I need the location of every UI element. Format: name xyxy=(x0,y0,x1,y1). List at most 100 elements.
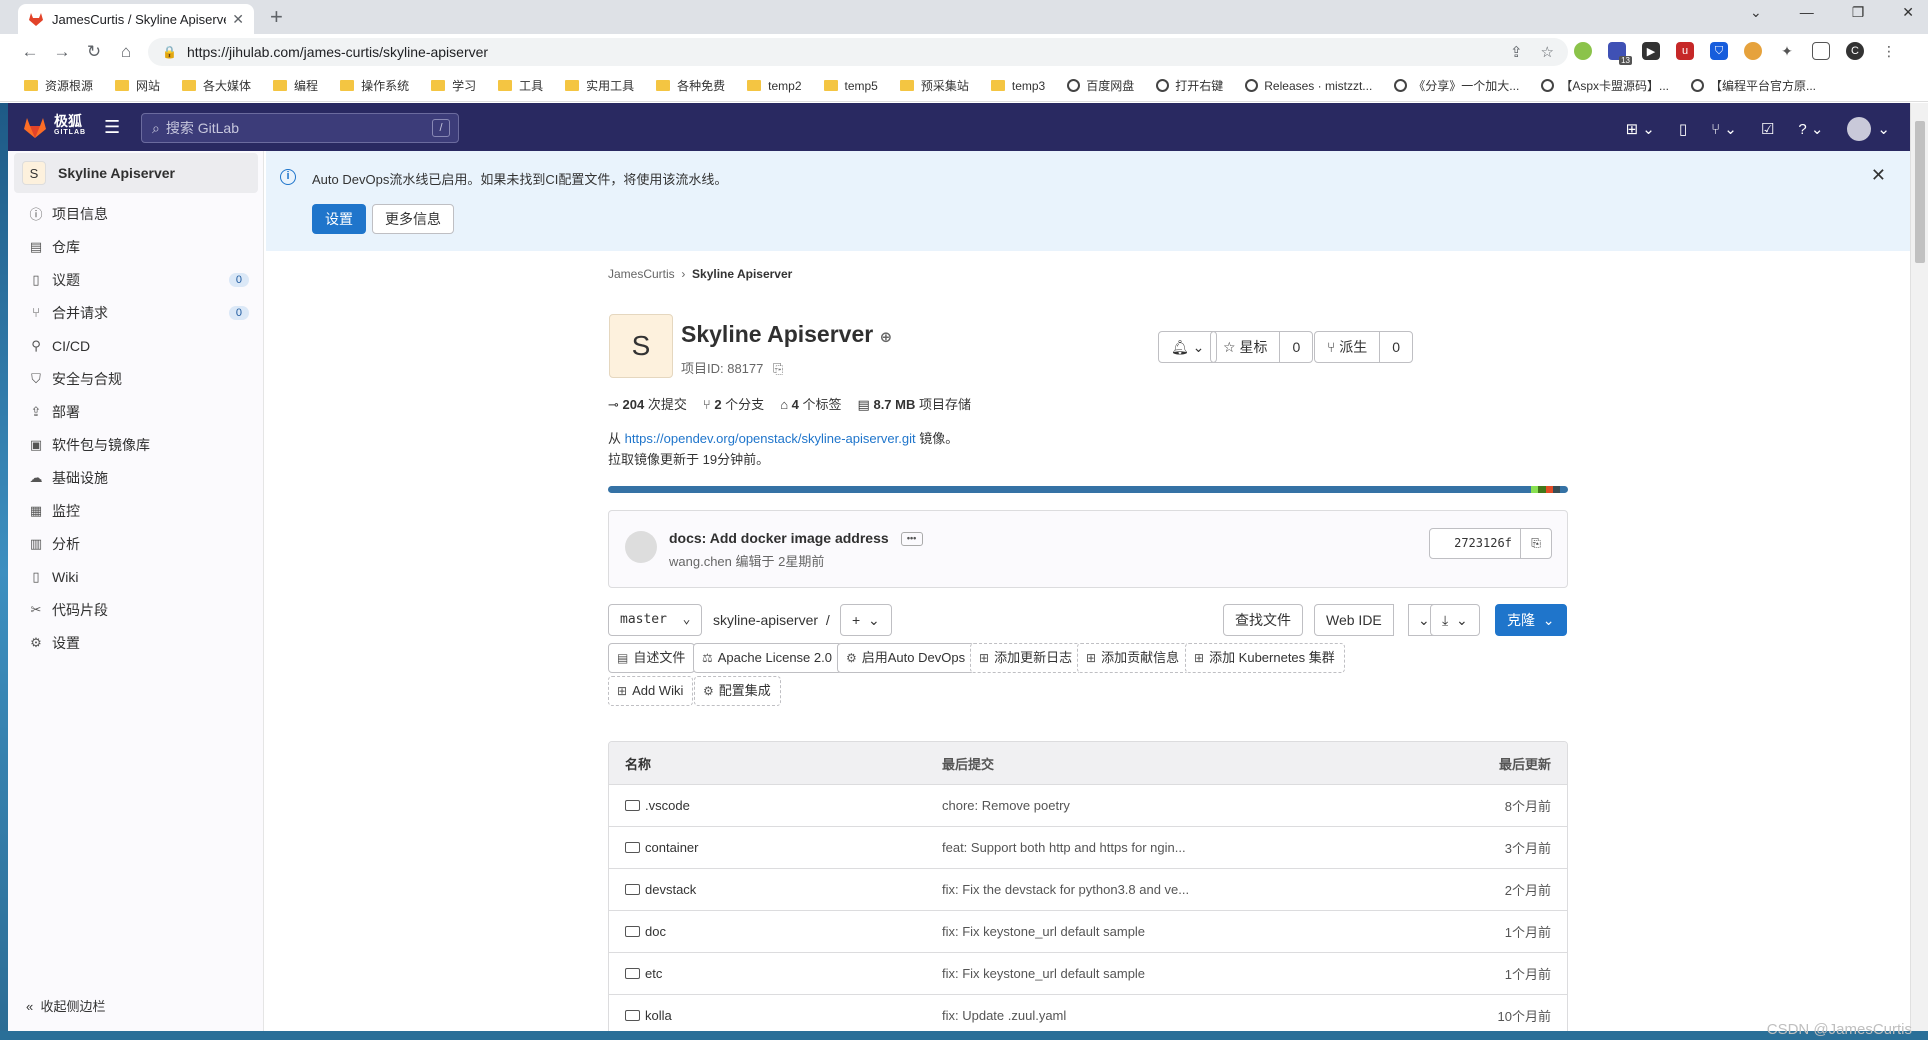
sidebar-item[interactable]: ✂ 代码片段 xyxy=(8,593,263,626)
bookmark-item[interactable]: 工具 xyxy=(498,77,543,94)
star-count[interactable]: 0 xyxy=(1279,332,1312,362)
commit-title-link[interactable]: docs: Add docker image address xyxy=(669,530,889,546)
reload-icon[interactable]: ↻ xyxy=(78,42,110,62)
sidebar-item[interactable]: ⑂ 合并请求 0 xyxy=(8,296,263,329)
shortcut-button[interactable]: ⊞ 添加 Kubernetes 集群 xyxy=(1185,643,1345,673)
home-icon[interactable]: ⌂ xyxy=(110,42,142,62)
gitlab-logo[interactable]: 极狐 GITLAB xyxy=(22,114,86,139)
find-file-button[interactable]: 查找文件 xyxy=(1223,604,1303,636)
sidebar-item[interactable]: ⚲ CI/CD xyxy=(8,329,263,362)
sidebar-item[interactable]: ⚙ 设置 xyxy=(8,626,263,659)
commit-expand-button[interactable]: ••• xyxy=(900,532,923,547)
more-info-button[interactable]: 更多信息 xyxy=(372,204,454,234)
star-button[interactable]: ☆ 星标 xyxy=(1211,332,1279,362)
sidebar-item[interactable]: ▦ 监控 xyxy=(8,494,263,527)
bookmark-item[interactable]: 实用工具 xyxy=(565,77,634,94)
fork-count[interactable]: 0 xyxy=(1379,332,1412,362)
bookmark-item[interactable]: 【编程平台官方原... xyxy=(1691,77,1816,94)
sidebar-item[interactable]: ▯ 议题 0 xyxy=(8,263,263,296)
add-to-tree-dropdown[interactable]: + ⌄ xyxy=(840,604,892,636)
language-segment[interactable] xyxy=(1560,486,1568,493)
mirror-url-link[interactable]: https://opendev.org/openstack/skyline-ap… xyxy=(625,431,916,446)
table-row[interactable]: .vscode chore: Remove poetry 8个月前 xyxy=(609,784,1567,826)
issues-icon[interactable]: ▯ xyxy=(1679,120,1687,138)
sidebar-item[interactable]: ▯ Wiki xyxy=(8,560,263,593)
extension-badge-icon[interactable]: 13 xyxy=(1608,42,1632,65)
scrollbar-thumb[interactable] xyxy=(1915,121,1925,263)
tags-link[interactable]: ⌂ 4 个标签 xyxy=(780,394,841,413)
bookmark-item[interactable]: 学习 xyxy=(431,77,476,94)
cookie-icon[interactable] xyxy=(1744,42,1762,60)
file-name[interactable]: kolla xyxy=(625,1008,672,1023)
todo-icon[interactable]: ☑ xyxy=(1761,120,1774,138)
shortcut-button[interactable]: ⚖ Apache License 2.0 xyxy=(693,643,842,673)
branches-link[interactable]: ⑂ 2 个分支 xyxy=(703,394,764,413)
shortcut-button[interactable]: ⊞ 添加贡献信息 xyxy=(1077,643,1190,673)
shortcut-button[interactable]: ⊞ Add Wiki xyxy=(608,676,694,706)
shortcut-button[interactable]: ⚙ 启用Auto DevOps xyxy=(837,643,976,673)
table-row[interactable]: container feat: Support both http and htt… xyxy=(609,826,1567,868)
shortcut-button[interactable]: ⚙ 配置集成 xyxy=(694,676,781,706)
fork-button[interactable]: ⑂ 派生 xyxy=(1315,332,1379,362)
language-segment[interactable] xyxy=(1545,486,1553,493)
shortcut-button[interactable]: ⊞ 添加更新日志 xyxy=(970,643,1083,673)
restore-icon[interactable]: ❐ xyxy=(1852,4,1865,21)
language-bar[interactable] xyxy=(608,486,1568,493)
page-scrollbar[interactable] xyxy=(1910,103,1928,1031)
share-icon[interactable]: ⇪ xyxy=(1510,43,1523,61)
bookmark-item[interactable]: 百度网盘 xyxy=(1067,77,1134,94)
sidebar-item[interactable]: ⓘ 项目信息 xyxy=(8,197,263,230)
file-commit-message[interactable]: fix: Fix the devstack for python3.8 and … xyxy=(942,882,1189,897)
sidebar-item[interactable]: ▥ 分析 xyxy=(8,527,263,560)
breadcrumb-owner[interactable]: JamesCurtis xyxy=(608,267,675,281)
collapse-sidebar-button[interactable]: « 收起侧边栏 xyxy=(26,996,105,1015)
file-name[interactable]: etc xyxy=(625,966,662,981)
bookmark-item[interactable]: temp5 xyxy=(823,79,878,93)
bookmark-item[interactable]: 操作系统 xyxy=(340,77,409,94)
file-commit-message[interactable]: fix: Fix keystone_url default sample xyxy=(942,924,1145,939)
close-icon[interactable]: ✕ xyxy=(1902,4,1914,21)
language-segment[interactable] xyxy=(1530,486,1539,493)
fork-button-group[interactable]: ⑂ 派生 0 xyxy=(1314,331,1414,363)
back-icon[interactable]: ← xyxy=(14,42,46,62)
bookmark-item[interactable]: Releases · mistzzt... xyxy=(1245,79,1372,93)
storage-link[interactable]: ▤ 8.7 MB 项目存储 xyxy=(858,394,971,413)
author-avatar[interactable] xyxy=(625,531,657,563)
bookmark-item[interactable]: temp3 xyxy=(990,79,1045,93)
forward-icon[interactable]: → xyxy=(46,42,78,62)
download-dropdown[interactable]: ⤓ ⌄ xyxy=(1430,604,1480,636)
web-ide-button[interactable]: Web IDE xyxy=(1314,604,1394,636)
table-row[interactable]: doc fix: Fix keystone_url default sample 1… xyxy=(609,910,1567,952)
new-tab-icon[interactable]: + xyxy=(270,4,283,30)
copy-icon[interactable]: ⎘ xyxy=(773,361,783,376)
merge-requests-icon[interactable]: ⑂ ⌄ xyxy=(1711,120,1737,138)
menu-dots-icon[interactable]: ⋮ xyxy=(1880,42,1898,60)
language-segment[interactable] xyxy=(1538,486,1546,493)
table-row[interactable]: devstack fix: Fix the devstack for python… xyxy=(609,868,1567,910)
help-icon[interactable]: ? ⌄ xyxy=(1798,120,1823,138)
user-menu[interactable]: ⌄ xyxy=(1847,117,1890,141)
notification-dropdown[interactable]: 🔔︎ ⌄ xyxy=(1158,331,1218,363)
bookmark-item[interactable]: 各种免费 xyxy=(656,77,725,94)
table-row[interactable]: etc fix: Fix keystone_url default sample 1… xyxy=(609,952,1567,994)
browser-tab[interactable]: JamesCurtis / Skyline Apiserve ✕ xyxy=(18,4,254,34)
sidebar-item[interactable]: ▣ 软件包与镜像库 xyxy=(8,428,263,461)
ublock-icon[interactable]: u xyxy=(1676,42,1694,60)
bookmark-item[interactable]: temp2 xyxy=(747,79,802,93)
minimize-icon[interactable]: — xyxy=(1800,4,1814,21)
sidebar-item[interactable]: ▤ 仓库 xyxy=(8,230,263,263)
search-input[interactable]: ⌕ 搜索 GitLab / xyxy=(141,113,459,143)
bookmark-item[interactable]: 《分享》一个加大... xyxy=(1394,77,1519,94)
bookmark-item[interactable]: 资源根源 xyxy=(24,77,93,94)
breadcrumb-project[interactable]: Skyline Apiserver xyxy=(692,267,792,281)
file-name[interactable]: doc xyxy=(625,924,666,939)
commit-author[interactable]: wang.chen xyxy=(669,554,732,569)
branch-dropdown[interactable]: master ⌄ xyxy=(608,604,703,636)
file-commit-message[interactable]: chore: Remove poetry xyxy=(942,798,1070,813)
tab-close-icon[interactable]: ✕ xyxy=(232,11,244,28)
bookmark-item[interactable]: 预采集站 xyxy=(899,77,969,94)
extension-play-icon[interactable]: ▶ xyxy=(1642,42,1660,60)
language-segment[interactable] xyxy=(608,486,1531,493)
shortcut-button[interactable]: ▤ 自述文件 xyxy=(608,643,696,673)
lock-icon[interactable]: 🔒 xyxy=(162,45,177,59)
